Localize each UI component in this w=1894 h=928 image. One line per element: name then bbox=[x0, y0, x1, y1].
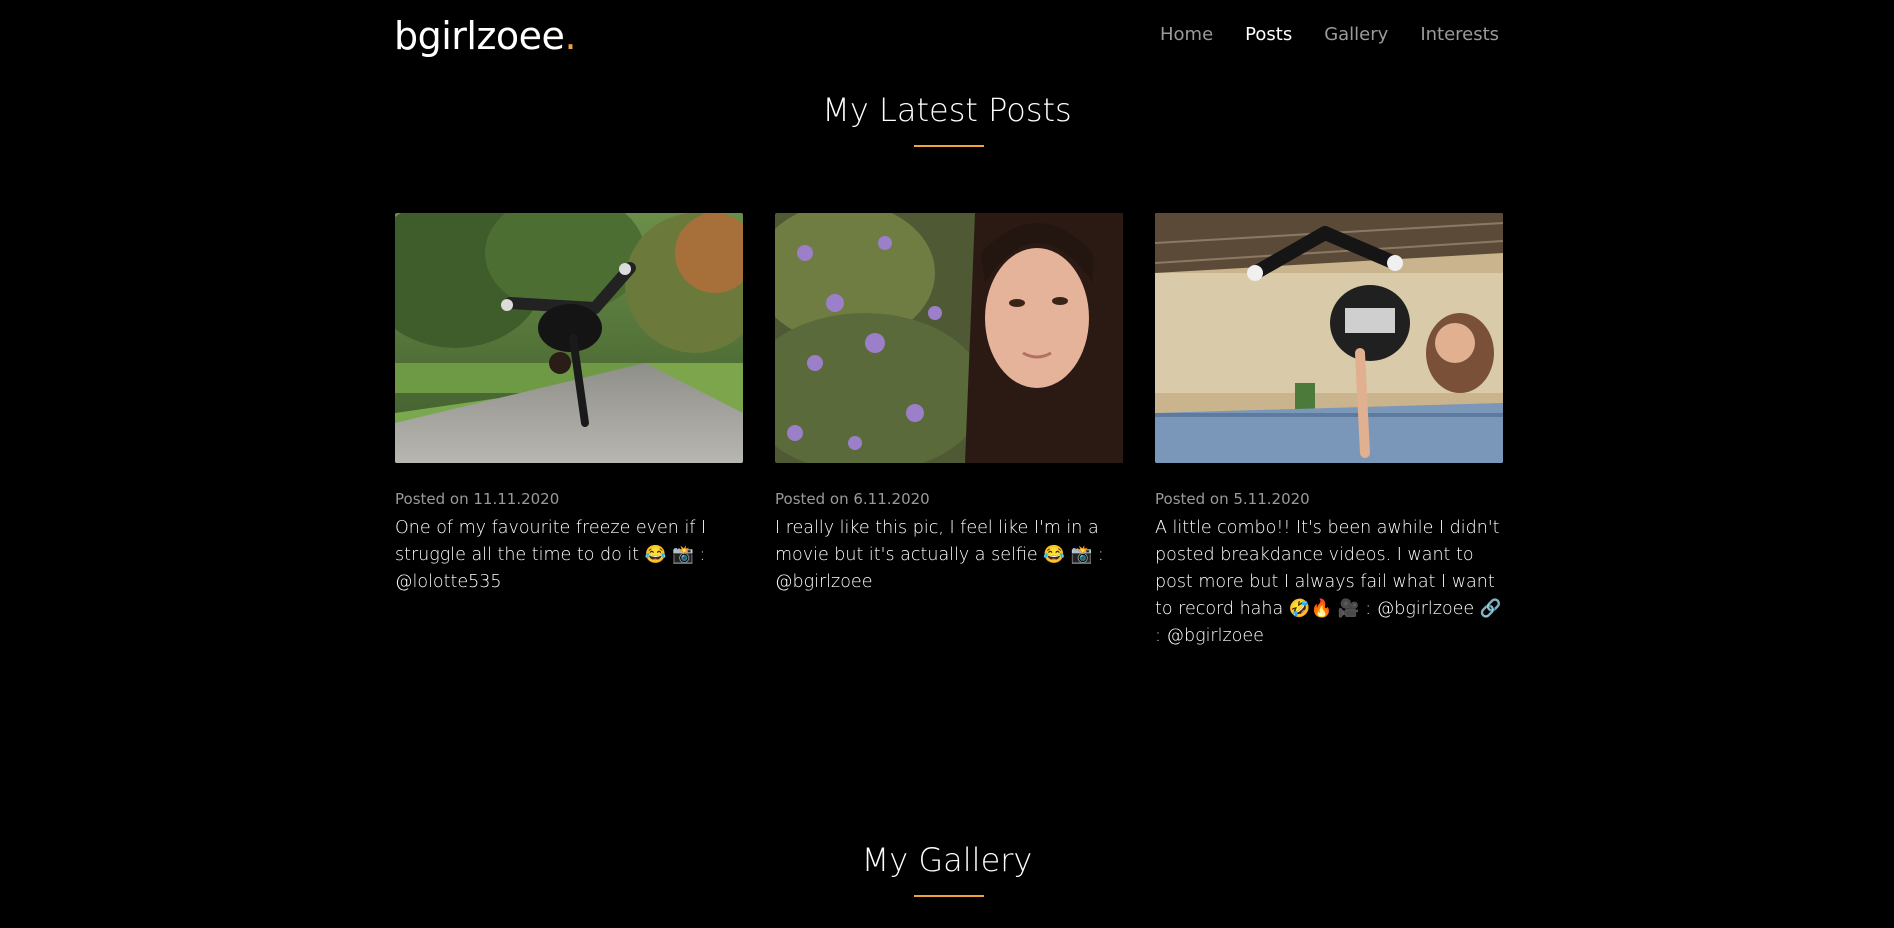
post-caption: I really like this pic, I feel like I'm … bbox=[775, 518, 1104, 592]
posted-on-label: Posted on bbox=[1155, 490, 1229, 508]
post-date: 6.11.2020 bbox=[853, 490, 930, 508]
nav-gallery[interactable]: Gallery bbox=[1324, 22, 1388, 48]
post-card: Posted on 6.11.2020 I really like this p… bbox=[775, 213, 1123, 596]
brand-logo[interactable]: bgirlzoee. bbox=[394, 12, 577, 60]
posts-title-underline bbox=[914, 145, 984, 147]
post-card: Posted on 5.11.2020 A little combo!! It'… bbox=[1155, 213, 1503, 650]
posts-section-title: My Latest Posts bbox=[822, 91, 1072, 129]
post-caption: One of my favourite freeze even if I str… bbox=[395, 518, 707, 592]
brand-text: bgirlzoee bbox=[394, 14, 565, 58]
page: bgirlzoee. Home Posts Gallery Interests … bbox=[0, 0, 1894, 928]
brand-dot: . bbox=[564, 14, 577, 58]
nav-interests[interactable]: Interests bbox=[1420, 22, 1499, 48]
post-image-freeze[interactable] bbox=[395, 213, 743, 463]
gallery-section-title: My Gallery bbox=[861, 841, 1033, 879]
nav-home[interactable]: Home bbox=[1160, 22, 1213, 48]
posted-on-label: Posted on bbox=[775, 490, 849, 508]
gallery-title-underline bbox=[914, 895, 984, 897]
nav-posts[interactable]: Posts bbox=[1245, 22, 1292, 48]
post-caption: A little combo!! It's been awhile I didn… bbox=[1155, 518, 1502, 646]
post-meta: Posted on 11.11.2020 bbox=[395, 489, 743, 509]
post-meta: Posted on 6.11.2020 bbox=[775, 489, 1123, 509]
main-nav: Home Posts Gallery Interests bbox=[1160, 22, 1499, 48]
post-meta: Posted on 5.11.2020 bbox=[1155, 489, 1503, 509]
post-date: 11.11.2020 bbox=[473, 490, 560, 508]
post-image-combo[interactable] bbox=[1155, 213, 1503, 463]
posted-on-label: Posted on bbox=[395, 490, 469, 508]
post-date: 5.11.2020 bbox=[1233, 490, 1310, 508]
post-card: Posted on 11.11.2020 One of my favourite… bbox=[395, 213, 743, 596]
post-image-selfie[interactable] bbox=[775, 213, 1123, 463]
